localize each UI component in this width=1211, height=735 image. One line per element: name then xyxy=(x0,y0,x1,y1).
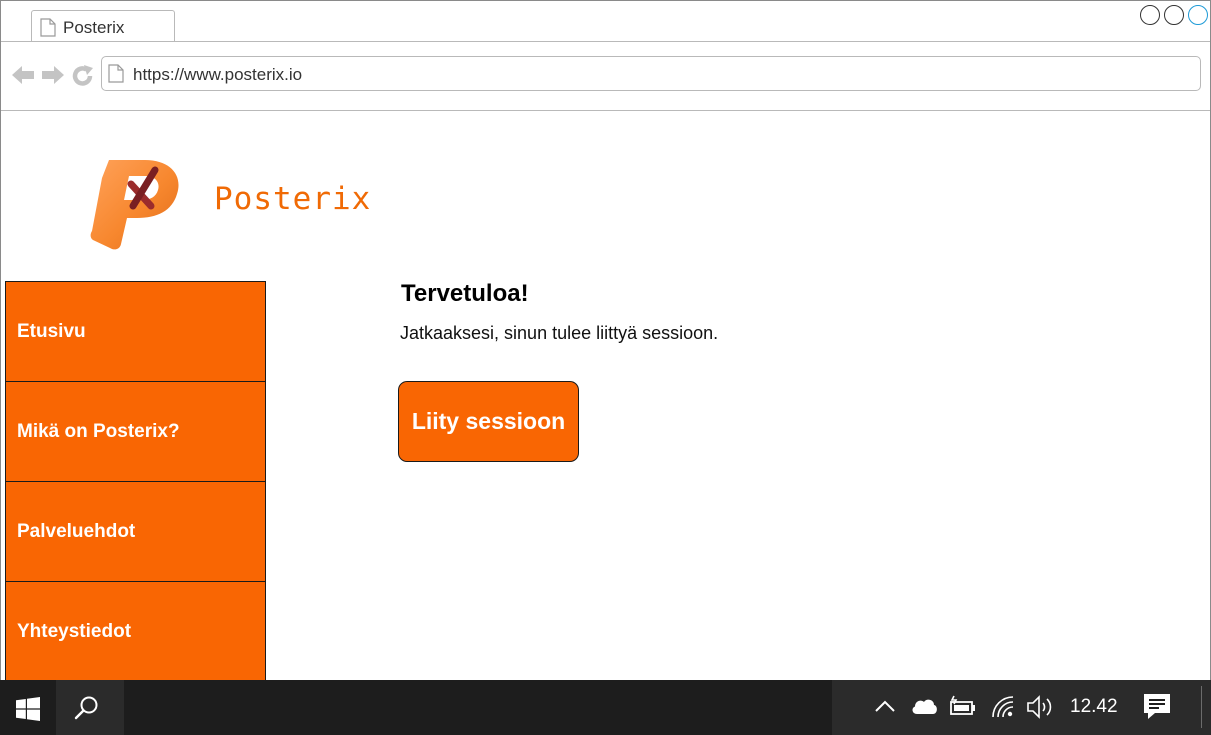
notifications-icon[interactable] xyxy=(1143,693,1171,721)
sidebar-item-etusivu[interactable]: Etusivu xyxy=(5,281,266,382)
sidebar-item-yhteystiedot[interactable]: Yhteystiedot xyxy=(5,581,266,682)
navigation-bar: https://www.posterix.io xyxy=(1,42,1210,111)
sidebar-item-label: Etusivu xyxy=(17,320,86,342)
taskbar-search[interactable] xyxy=(56,680,124,735)
maximize-button[interactable] xyxy=(1164,5,1184,25)
close-button[interactable] xyxy=(1188,5,1208,25)
join-session-button[interactable]: Liity sessioon xyxy=(398,381,579,462)
welcome-message: Jatkaaksesi, sinun tulee liittyä sessioo… xyxy=(400,323,719,343)
sidebar-nav: Etusivu Mikä on Posterix? Palveluehdot Y… xyxy=(5,281,266,682)
forward-arrow-icon[interactable] xyxy=(41,64,65,86)
volume-icon[interactable] xyxy=(1026,694,1056,720)
cloud-icon[interactable] xyxy=(910,696,938,716)
sidebar-item-mika-on-posterix[interactable]: Mikä on Posterix? xyxy=(5,381,266,482)
page-title: Tervetuloa! xyxy=(401,280,529,307)
back-arrow-icon[interactable] xyxy=(11,64,35,86)
page-icon xyxy=(40,18,56,37)
brand-name: Posterix xyxy=(214,181,372,217)
sidebar-item-label: Yhteystiedot xyxy=(17,620,132,642)
tab-bar: Posterix xyxy=(1,1,1210,42)
windows-start-icon[interactable] xyxy=(16,697,40,721)
sidebar-item-label: Palveluehdot xyxy=(17,520,136,542)
show-desktop-divider[interactable] xyxy=(1201,686,1202,728)
posterix-logo-icon xyxy=(90,160,179,250)
taskbar: 12.42 xyxy=(0,680,1211,735)
browser-window: Posterix https://www.posterix.io Posteri… xyxy=(0,0,1211,735)
browser-tab[interactable]: Posterix xyxy=(31,10,175,41)
page-icon xyxy=(108,64,124,83)
clock[interactable]: 12.42 xyxy=(1070,696,1118,718)
window-controls xyxy=(1140,5,1208,25)
reload-icon[interactable] xyxy=(71,64,95,88)
search-icon xyxy=(74,696,98,720)
minimize-button[interactable] xyxy=(1140,5,1160,25)
url-text: https://www.posterix.io xyxy=(133,65,303,84)
tab-title: Posterix xyxy=(63,18,125,37)
address-bar[interactable]: https://www.posterix.io xyxy=(101,56,1201,91)
wifi-icon[interactable] xyxy=(990,694,1016,720)
battery-icon[interactable] xyxy=(948,694,978,718)
chevron-up-icon[interactable] xyxy=(874,698,896,714)
sidebar-item-label: Mikä on Posterix? xyxy=(17,420,180,442)
sidebar-item-palveluehdot[interactable]: Palveluehdot xyxy=(5,481,266,582)
